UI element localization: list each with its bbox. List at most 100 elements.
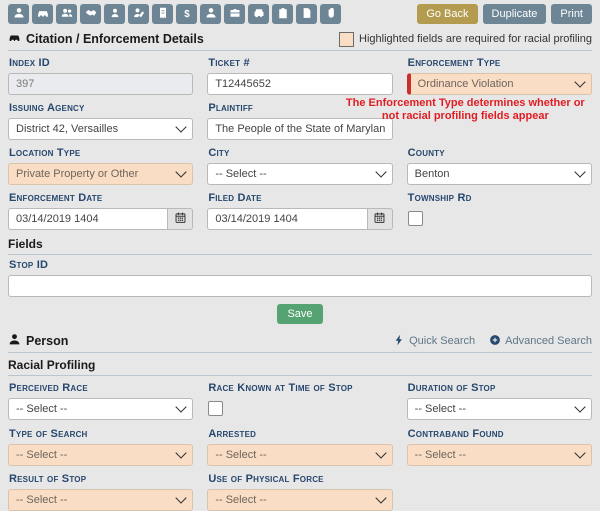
person-title-text: Person — [26, 334, 68, 348]
field-duration-of-stop: Duration of Stop -- Select -- — [407, 381, 592, 421]
use-of-physical-force-label: Use of Physical Force — [208, 474, 392, 485]
location-type-select[interactable]: Private Property or Other — [8, 163, 193, 185]
person-icon — [8, 333, 21, 349]
toolbar-paperclip-button[interactable] — [320, 4, 341, 24]
receipt-icon — [157, 7, 169, 22]
toolbar-icon-row: $ — [8, 4, 341, 24]
use-of-physical-force-value: -- Select -- — [215, 494, 266, 506]
enforcement-type-select[interactable]: Ordinance Violation — [407, 73, 592, 95]
contraband-found-select[interactable]: -- Select -- — [407, 444, 592, 466]
field-result-of-stop: Result of Stop -- Select -- — [8, 472, 193, 511]
county-select[interactable]: Benton — [407, 163, 592, 185]
section-divider — [8, 254, 592, 255]
chevron-down-icon — [574, 76, 585, 87]
section-divider — [8, 375, 592, 376]
filed-date-calendar-button[interactable] — [367, 208, 393, 230]
field-ticket: Ticket # — [207, 56, 392, 95]
perceived-race-select[interactable]: -- Select -- — [8, 398, 193, 420]
car-icon — [37, 7, 49, 22]
filed-date-input[interactable] — [207, 208, 366, 230]
toolbar-car-front-button[interactable] — [248, 4, 269, 24]
enforcement-date-calendar-button[interactable] — [167, 208, 193, 230]
stop-id-input[interactable] — [8, 275, 592, 297]
chevron-down-icon — [375, 166, 386, 177]
race-known-checkbox[interactable] — [208, 401, 223, 416]
plus-circle-icon — [489, 334, 501, 349]
contraband-found-value: -- Select -- — [415, 449, 466, 461]
duration-of-stop-select[interactable]: -- Select -- — [407, 398, 592, 420]
duplicate-button[interactable]: Duplicate — [483, 4, 547, 24]
print-button[interactable]: Print — [551, 4, 592, 24]
use-of-physical-force-select[interactable]: -- Select -- — [207, 489, 392, 511]
section-divider — [8, 50, 592, 51]
issuing-agency-value: District 42, Versailles — [16, 123, 118, 135]
toolbar-receipt-button[interactable] — [152, 4, 173, 24]
calendar-icon — [373, 211, 386, 227]
location-type-label: Location Type — [9, 148, 193, 159]
issuing-agency-select[interactable]: District 42, Versailles — [8, 118, 193, 140]
enforcement-date-input[interactable] — [8, 208, 167, 230]
township-rd-label: Township Rd — [408, 193, 592, 204]
toolbar-handshake-button[interactable] — [80, 4, 101, 24]
field-county: County Benton — [407, 146, 592, 185]
quick-search-label: Quick Search — [409, 335, 475, 347]
toolbar-car-button[interactable] — [32, 4, 53, 24]
save-button[interactable]: Save — [277, 304, 322, 324]
svg-text:$: $ — [184, 8, 190, 18]
field-township-rd: Township Rd — [407, 191, 592, 231]
field-issuing-agency: Issuing Agency District 42, Versailles — [8, 101, 193, 140]
field-location-type: Location Type Private Property or Other — [8, 146, 193, 185]
arrested-value: -- Select -- — [215, 449, 266, 461]
person-search-links: Quick Search Advanced Search — [393, 334, 592, 349]
advanced-search-link[interactable]: Advanced Search — [489, 334, 592, 349]
chevron-down-icon — [375, 447, 386, 458]
chevron-down-icon — [176, 447, 187, 458]
county-label: County — [408, 148, 592, 159]
toolbar-actions: Go Back Duplicate Print — [417, 4, 592, 24]
city-label: City — [208, 148, 392, 159]
enforcement-type-note: The Enforcement Type determines whether … — [339, 97, 592, 140]
perceived-race-label: Perceived Race — [9, 383, 193, 394]
field-filed-date: Filed Date — [207, 191, 392, 231]
toolbar-user-edit-button[interactable] — [128, 4, 149, 24]
township-rd-checkbox[interactable] — [408, 211, 423, 226]
quick-search-link[interactable]: Quick Search — [393, 334, 475, 349]
field-contraband-found: Contraband Found -- Select -- — [407, 427, 592, 466]
chevron-down-icon — [375, 492, 386, 503]
field-perceived-race: Perceived Race -- Select -- — [8, 381, 193, 421]
toolbar-users-button[interactable] — [56, 4, 77, 24]
clipboard-icon — [277, 7, 289, 22]
field-arrested: Arrested -- Select -- — [207, 427, 392, 466]
toolbar-dollar-button[interactable]: $ — [176, 4, 197, 24]
users-icon — [61, 7, 73, 22]
fields-section-title: Fields — [8, 237, 592, 251]
top-toolbar: $ Go Back Duplicate Print — [8, 4, 592, 24]
toolbar-user-button[interactable] — [8, 4, 29, 24]
toolbar-contact-button[interactable] — [104, 4, 125, 24]
toolbar-briefcase-button[interactable] — [224, 4, 245, 24]
toolbar-document-button[interactable] — [296, 4, 317, 24]
stop-id-label: Stop ID — [9, 260, 592, 271]
handshake-icon — [85, 7, 97, 22]
issuing-agency-label: Issuing Agency — [9, 103, 193, 114]
ticket-input[interactable] — [207, 73, 392, 95]
type-of-search-label: Type of Search — [9, 429, 193, 440]
citation-section-title: Citation / Enforcement Details — [8, 31, 204, 47]
type-of-search-select[interactable]: -- Select -- — [8, 444, 193, 466]
location-type-value: Private Property or Other — [16, 168, 138, 180]
calendar-icon — [174, 211, 187, 227]
arrested-select[interactable]: -- Select -- — [207, 444, 392, 466]
city-value: -- Select -- — [215, 168, 266, 180]
document-icon — [301, 7, 313, 22]
type-of-search-value: -- Select -- — [16, 449, 67, 461]
go-back-button[interactable]: Go Back — [417, 4, 477, 24]
highlight-swatch — [339, 32, 354, 47]
toolbar-clipboard-button[interactable] — [272, 4, 293, 24]
county-value: Benton — [415, 168, 450, 180]
result-of-stop-value: -- Select -- — [16, 494, 67, 506]
field-race-known: Race Known at Time of Stop — [207, 381, 392, 421]
race-known-label: Race Known at Time of Stop — [208, 383, 392, 394]
toolbar-person-button[interactable] — [200, 4, 221, 24]
city-select[interactable]: -- Select -- — [207, 163, 392, 185]
result-of-stop-select[interactable]: -- Select -- — [8, 489, 193, 511]
